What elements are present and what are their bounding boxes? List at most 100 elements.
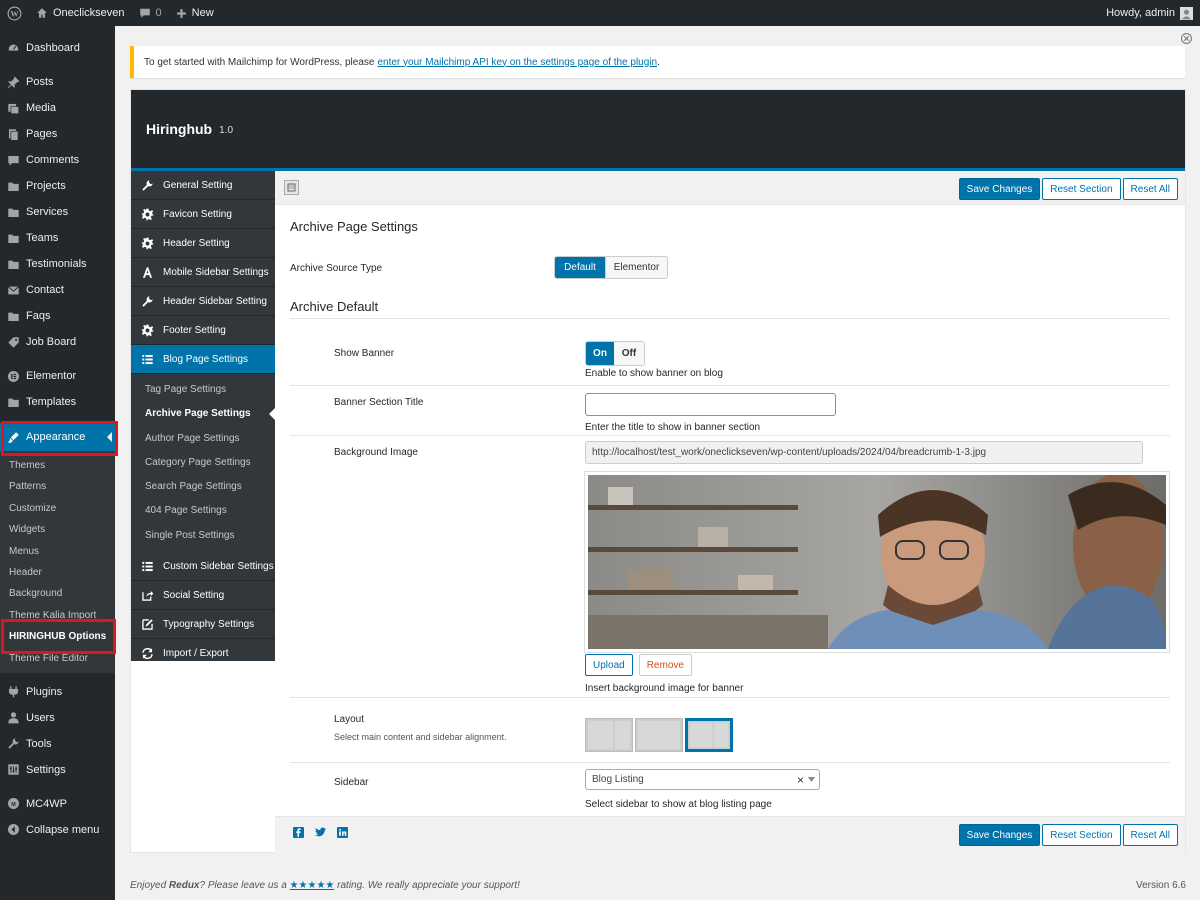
layout-option-2[interactable] bbox=[635, 718, 683, 752]
tab-typography-settings[interactable]: Typography Settings bbox=[131, 610, 275, 640]
site-name-link[interactable]: Oneclickseven bbox=[29, 0, 132, 26]
show-banner-off[interactable]: Off bbox=[614, 342, 644, 365]
banner-title-input[interactable] bbox=[585, 393, 836, 416]
close-icon[interactable] bbox=[1181, 33, 1192, 44]
reset-all-button[interactable]: Reset All bbox=[1122, 178, 1178, 200]
submenu-item-theme-file-editor[interactable]: Theme File Editor bbox=[0, 648, 115, 669]
tab-mobile-sidebar-settings[interactable]: Mobile Sidebar Settings bbox=[131, 258, 275, 287]
clear-icon[interactable]: × bbox=[797, 773, 804, 787]
submenu-item-header[interactable]: Header bbox=[0, 562, 115, 583]
menu-item-contact[interactable]: Contact bbox=[0, 277, 115, 303]
menu-item-templates[interactable]: Templates bbox=[0, 389, 115, 415]
tab-label: Header Sidebar Setting bbox=[163, 295, 267, 307]
folder-icon bbox=[7, 396, 20, 409]
menu-item-users[interactable]: Users bbox=[0, 705, 115, 731]
footer-redux: Redux bbox=[168, 880, 200, 891]
menu-item-plugins[interactable]: Plugins bbox=[0, 679, 115, 705]
menu-item-testimonials[interactable]: Testimonials bbox=[0, 251, 115, 277]
layout-option-3[interactable] bbox=[685, 718, 733, 752]
layout-option-1[interactable] bbox=[585, 718, 633, 752]
submenu-item-patterns[interactable]: Patterns bbox=[0, 476, 115, 497]
menu-item-mc4wp[interactable]: M MC4WP bbox=[0, 791, 115, 817]
account-menu[interactable]: Howdy, admin bbox=[1099, 0, 1200, 26]
save-changes-button[interactable]: Save Changes bbox=[958, 178, 1041, 200]
submenu-item-customize[interactable]: Customize bbox=[0, 498, 115, 519]
notice-end: . bbox=[657, 56, 660, 68]
submenu-item-theme-kalia-import[interactable]: Theme Kalia Import bbox=[0, 605, 115, 626]
menu-item-tools[interactable]: Tools bbox=[0, 731, 115, 757]
wordpress-logo[interactable]: W bbox=[0, 0, 29, 26]
plugin-icon bbox=[7, 685, 20, 698]
reset-section-button[interactable]: Reset Section bbox=[1042, 178, 1121, 200]
submenu-item-menus[interactable]: Menus bbox=[0, 541, 115, 562]
notice-link[interactable]: enter your Mailchimp API key on the sett… bbox=[377, 57, 657, 68]
menu-item-teams[interactable]: Teams bbox=[0, 225, 115, 251]
menu-item-faqs[interactable]: Faqs bbox=[0, 303, 115, 329]
save-changes-button-bottom[interactable]: Save Changes bbox=[958, 824, 1041, 846]
upload-button[interactable]: Upload bbox=[585, 654, 633, 676]
tab-label: Social Setting bbox=[163, 589, 225, 601]
menu-item-comments[interactable]: Comments bbox=[0, 147, 115, 173]
subtab-search-page-settings[interactable]: Search Page Settings bbox=[131, 475, 275, 499]
submenu-item-background[interactable]: Background bbox=[0, 583, 115, 604]
subtab-category-page-settings[interactable]: Category Page Settings bbox=[131, 451, 275, 475]
comments-link[interactable]: 0 bbox=[132, 0, 169, 26]
panel-version: 1.0 bbox=[219, 124, 234, 136]
reset-section-button-bottom[interactable]: Reset Section bbox=[1042, 824, 1121, 846]
menu-item-appearance[interactable]: Appearance bbox=[0, 423, 115, 451]
background-image-url[interactable]: http://localhost/test_work/oneclickseven… bbox=[585, 441, 1143, 464]
menu-item-job-board[interactable]: Job Board bbox=[0, 329, 115, 355]
subtab-tag-page-settings[interactable]: Tag Page Settings bbox=[131, 378, 275, 402]
admin-footer: Enjoyed Redux? Please leave us a ★★★★★ r… bbox=[130, 880, 520, 891]
menu-item-settings[interactable]: Settings bbox=[0, 757, 115, 783]
linkedin-icon[interactable] bbox=[337, 827, 348, 838]
menu-item-projects[interactable]: Projects bbox=[0, 173, 115, 199]
menu-item-dashboard[interactable]: Dashboard bbox=[0, 35, 115, 61]
menu-item-elementor[interactable]: Elementor bbox=[0, 363, 115, 389]
twitter-icon[interactable] bbox=[315, 827, 326, 838]
tab-favicon-setting[interactable]: Favicon Setting bbox=[131, 200, 275, 229]
new-content-link[interactable]: New bbox=[169, 0, 221, 26]
tab-header-sidebar-setting[interactable]: Header Sidebar Setting bbox=[131, 287, 275, 316]
sidebar-spacer bbox=[131, 661, 275, 815]
layout-label: Layout bbox=[334, 714, 365, 725]
subtab-author-page-settings[interactable]: Author Page Settings bbox=[131, 427, 275, 451]
subtab-archive-page-settings[interactable]: Archive Page Settings bbox=[131, 402, 275, 426]
sidebar-select[interactable]: Blog Listing × bbox=[585, 769, 820, 790]
gear-icon bbox=[141, 237, 154, 250]
menu-item-collapse-menu[interactable]: Collapse menu bbox=[0, 817, 115, 843]
expand-icon[interactable] bbox=[284, 180, 299, 195]
tab-general-setting[interactable]: General Setting bbox=[131, 171, 275, 200]
tab-header-setting[interactable]: Header Setting bbox=[131, 229, 275, 258]
tab-label: General Setting bbox=[163, 179, 233, 191]
folder-icon bbox=[7, 232, 20, 245]
subtab-404-page-settings[interactable]: 404 Page Settings bbox=[131, 499, 275, 523]
archive-source-elementor[interactable]: Elementor bbox=[605, 257, 667, 278]
submenu-item-themes[interactable]: Themes bbox=[0, 455, 115, 476]
menu-item-posts[interactable]: Posts bbox=[0, 69, 115, 95]
show-banner-on[interactable]: On bbox=[586, 342, 614, 365]
tab-footer-setting[interactable]: Footer Setting bbox=[131, 316, 275, 345]
layout-sublabel: Select main content and sidebar alignmen… bbox=[334, 732, 507, 742]
tab-label: Blog Page Settings bbox=[163, 353, 249, 365]
rating-stars-link[interactable]: ★★★★★ bbox=[290, 880, 335, 891]
menu-item-media[interactable]: Media bbox=[0, 95, 115, 121]
menu-item-label: Templates bbox=[26, 396, 77, 408]
archive-source-label: Archive Source Type bbox=[290, 263, 383, 274]
svg-text:M: M bbox=[11, 802, 15, 808]
tab-blog-page-settings[interactable]: Blog Page Settings bbox=[131, 345, 275, 374]
panel-title: Hiringhub bbox=[146, 121, 213, 137]
remove-button[interactable]: Remove bbox=[638, 654, 692, 676]
reset-all-button-bottom[interactable]: Reset All bbox=[1122, 824, 1178, 846]
tab-social-setting[interactable]: Social Setting bbox=[131, 581, 275, 611]
facebook-icon[interactable] bbox=[293, 827, 304, 838]
subtab-single-post-settings[interactable]: Single Post Settings bbox=[131, 524, 275, 548]
menu-item-label: MC4WP bbox=[26, 797, 67, 810]
admin-menu: Dashboard Posts Media Pages Comments Project… bbox=[0, 26, 115, 900]
archive-source-default[interactable]: Default bbox=[555, 257, 605, 278]
submenu-item-hiringhub-options[interactable]: HIRINGHUB Options bbox=[0, 626, 115, 647]
submenu-item-widgets[interactable]: Widgets bbox=[0, 519, 115, 540]
menu-item-pages[interactable]: Pages bbox=[0, 121, 115, 147]
menu-item-services[interactable]: Services bbox=[0, 199, 115, 225]
tab-custom-sidebar-settings[interactable]: Custom Sidebar Settings bbox=[131, 552, 275, 582]
